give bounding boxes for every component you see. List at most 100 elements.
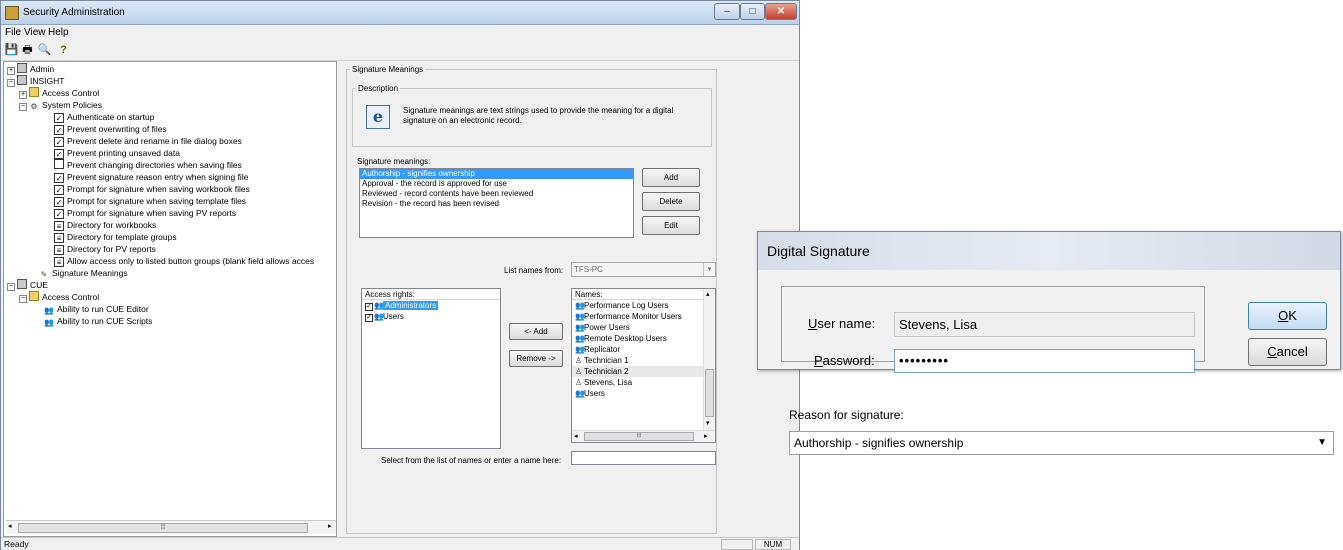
collapse-icon[interactable]: − (7, 79, 15, 87)
add-meaning-button[interactable]: Add (642, 168, 700, 187)
user-name-field[interactable]: Stevens, Lisa (894, 312, 1195, 337)
policy-tree[interactable]: + Admin − INSIGHT + Access Control − ⚙ System… (3, 61, 337, 537)
name-item[interactable]: ♙ Technician 1 (572, 355, 715, 366)
menu-help[interactable]: Help (48, 27, 69, 38)
name-item[interactable]: 👥Users (572, 388, 715, 399)
tree-item-access-control[interactable]: + Access Control (19, 87, 99, 99)
names-vertical-scrollbar[interactable]: ▴ ▾ (703, 289, 715, 430)
print-preview-icon[interactable]: 🔍 (37, 43, 52, 58)
tree-item-cue[interactable]: − CUE (7, 279, 48, 291)
scroll-left-icon[interactable]: ◂ (574, 432, 578, 440)
meaning-item[interactable]: Authorship - signifies ownership (360, 169, 633, 179)
titlebar: Security Administration – □ ✕ (1, 1, 799, 25)
scroll-thumb[interactable] (705, 369, 714, 417)
remove-name-button[interactable]: Remove -> (509, 350, 563, 367)
scroll-thumb[interactable]: ⦙⦙⦙ (584, 432, 694, 441)
tree-policy-item[interactable]: Prevent changing directories when saving… (54, 159, 242, 171)
meaning-item[interactable]: Reviewed - record contents have been rev… (360, 189, 633, 199)
scroll-left-icon[interactable]: ◂ (8, 522, 12, 530)
menu-view[interactable]: View (24, 27, 46, 38)
chevron-down-icon[interactable]: ▾ (703, 263, 715, 276)
access-right-item[interactable]: ✓ 👥Administrators (362, 300, 500, 311)
tree-policy-item[interactable]: ✓ Authenticate on startup (54, 111, 154, 123)
access-rights-list[interactable]: Access rights: ✓ 👥Administrators ✓ 👥Users (361, 288, 501, 449)
add-name-button[interactable]: <- Add (509, 323, 563, 340)
tree-horizontal-scrollbar[interactable]: ◂ ⦙⦙⦙ ▸ (6, 520, 336, 534)
tree-policy-item[interactable]: ✓ Prompt for signature when saving PV rep… (54, 207, 236, 219)
meanings-list[interactable]: Authorship - signifies ownership Approva… (359, 168, 634, 238)
tree-policy-item[interactable]: ✓ Prevent delete and rename in file dialo… (54, 135, 242, 147)
delete-meaning-button[interactable]: Delete (642, 192, 700, 211)
meaning-item[interactable]: Revision - the record has been revised (360, 199, 633, 209)
users-icon: 👥 (575, 323, 585, 332)
names-list[interactable]: Names: 👥Performance Log Users 👥Performan… (571, 288, 716, 443)
collapse-icon[interactable]: − (19, 103, 27, 111)
tree-item-cue-access-control[interactable]: − Access Control (19, 291, 99, 303)
access-right-item[interactable]: ✓ 👥Users (362, 311, 500, 322)
scroll-thumb[interactable]: ⦙⦙⦙ (18, 523, 308, 533)
name-item[interactable]: ♙ Technician 2 (572, 366, 715, 377)
name-entry-field[interactable] (571, 451, 716, 465)
list-icon: ≡ (54, 221, 64, 231)
password-field[interactable]: ••••••••• (894, 349, 1195, 373)
list-names-from-select[interactable]: TFS-PC ▾ (571, 262, 716, 277)
tree-policy-item[interactable]: ≡ Allow access only to listed button grou… (54, 255, 314, 267)
menu-file[interactable]: File (5, 27, 21, 38)
reason-select[interactable]: Authorship - signifies ownership ▼ (789, 431, 1334, 455)
name-item[interactable]: 👥Replicator (572, 344, 715, 355)
collapse-icon[interactable]: − (7, 283, 15, 291)
tree-policy-item[interactable]: ✓ Prompt for signature when saving workbo… (54, 183, 250, 195)
collapse-icon[interactable]: − (19, 295, 27, 303)
name-item[interactable]: 👥Performance Monitor Users (572, 311, 715, 322)
name-item[interactable]: 👥Power Users (572, 322, 715, 333)
signature-meanings-group: Signature Meanings Description e Signatu… (346, 65, 717, 534)
tree-item-system-policies[interactable]: − ⚙ System Policies (19, 99, 102, 111)
expand-icon[interactable]: + (19, 91, 27, 99)
minimize-button[interactable]: – (714, 3, 740, 20)
tree-policy-item[interactable]: ≡ Directory for workbooks (54, 219, 156, 231)
tree-item-signature-meanings[interactable]: ✎ Signature Meanings (39, 267, 128, 279)
maximize-button[interactable]: □ (740, 3, 765, 20)
checked-icon: ✓ (54, 185, 64, 195)
scroll-up-icon[interactable]: ▴ (706, 290, 710, 298)
expand-icon[interactable]: + (7, 67, 15, 75)
names-horizontal-scrollbar[interactable]: ◂ ⦙⦙⦙ ▸ (572, 430, 715, 442)
meaning-item[interactable]: Approval - the record is approved for us… (360, 179, 633, 189)
help-icon[interactable]: ? (56, 43, 71, 58)
cancel-button[interactable]: Cancel (1248, 338, 1327, 366)
close-button[interactable]: ✕ (765, 3, 797, 20)
checked-icon: ✓ (54, 113, 64, 123)
checkbox[interactable]: ✓ (365, 314, 373, 322)
tree-item-insight[interactable]: − INSIGHT (7, 75, 64, 87)
tree-policy-item[interactable]: ✓ Prompt for signature when saving templa… (54, 195, 246, 207)
name-item[interactable]: 👥Performance Log Users (572, 300, 715, 311)
unchecked-icon (54, 159, 64, 169)
security-admin-window: Security Administration – □ ✕ File View … (0, 0, 800, 550)
tree-policy-item[interactable]: ✓ Prevent overwriting of files (54, 123, 167, 135)
checked-icon: ✓ (54, 149, 64, 159)
scroll-down-icon[interactable]: ▾ (706, 419, 710, 427)
tree-item-cue-scripts[interactable]: 👥 Ability to run CUE Scripts (44, 315, 152, 327)
chevron-down-icon[interactable]: ▼ (1317, 432, 1327, 454)
checkbox[interactable]: ✓ (365, 303, 373, 311)
ok-button[interactable]: OK (1248, 302, 1327, 330)
tree-item-admin[interactable]: + Admin (7, 63, 54, 75)
users-icon: 👥 (44, 318, 54, 327)
print-icon[interactable]: 🖶 (20, 43, 35, 58)
scroll-right-icon[interactable]: ▸ (704, 432, 708, 440)
reason-label: Reason for signature: (789, 408, 904, 422)
scroll-right-icon[interactable]: ▸ (328, 522, 332, 530)
name-item[interactable]: 👥Remote Desktop Users (572, 333, 715, 344)
name-item[interactable]: ♙ Stevens, Lisa (572, 377, 715, 388)
list-names-from-label: List names from: (504, 266, 564, 275)
edit-meaning-button[interactable]: Edit (642, 216, 700, 235)
user-name-label: User name: (808, 316, 876, 331)
app-icon (5, 6, 19, 20)
tree-policy-item[interactable]: ✓ Prevent printing unsaved data (54, 147, 180, 159)
save-icon[interactable]: 💾 (4, 43, 19, 58)
users-icon: 👥 (575, 389, 585, 398)
tree-policy-item[interactable]: ≡ Directory for template groups (54, 231, 177, 243)
tree-policy-item[interactable]: ✓ Prevent signature reason entry when sig… (54, 171, 248, 183)
tree-item-cue-editor[interactable]: 👥 Ability to run CUE Editor (44, 303, 149, 315)
tree-policy-item[interactable]: ≡ Directory for PV reports (54, 243, 156, 255)
